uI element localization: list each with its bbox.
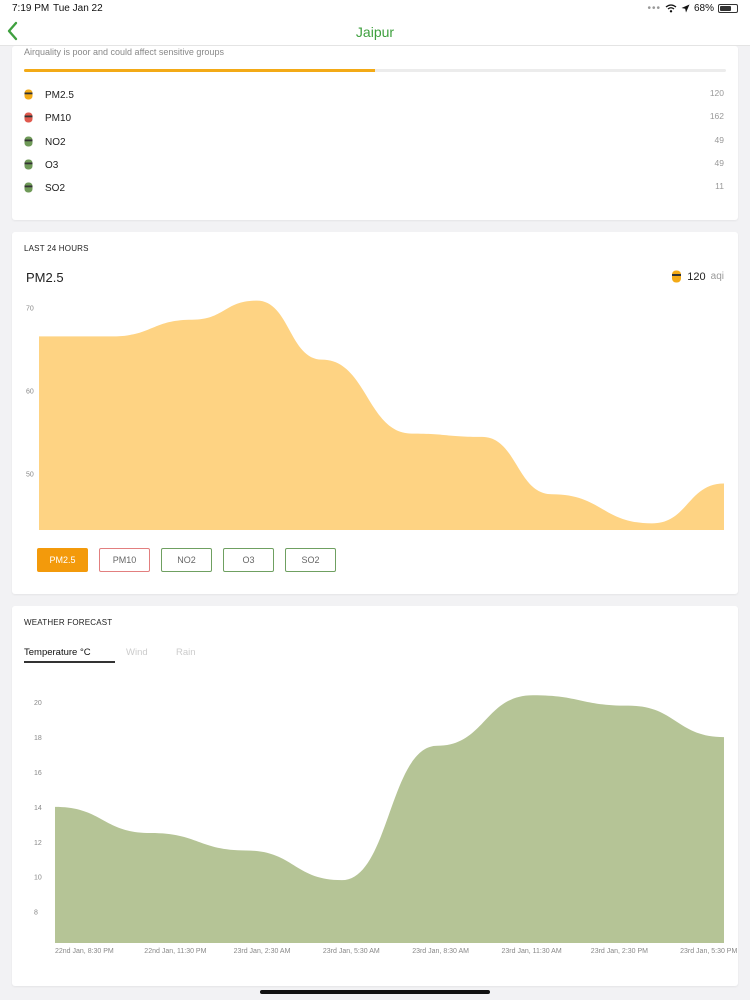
battery-percent: 68% <box>693 3 714 14</box>
pollutant-name: PM2.5 <box>45 90 74 101</box>
multitasking-dots-icon: ••• <box>647 3 661 14</box>
temperature-x-tick-label: 23rd Jan, 5:30 AM <box>323 948 380 955</box>
temperature-x-tick-label: 23rd Jan, 8:30 AM <box>412 948 469 955</box>
temperature-y-tick-label: 16 <box>34 770 42 777</box>
weather-forecast-card: WEATHER FORECAST Temperature °C Wind Rain … <box>12 606 738 986</box>
pm25-y-tick-label: 60 <box>26 388 34 395</box>
pollutant-value: 120 <box>709 88 724 98</box>
temperature-y-tick-label: 12 <box>34 840 42 847</box>
pollutant-button-o3[interactable]: O3 <box>223 548 274 572</box>
last-24-hours-card: LAST 24 HOURS PM2.5 120 aqi 70 60 50 PM2.5… <box>12 232 738 594</box>
pm25-y-tick-label: 70 <box>26 305 34 312</box>
pollutant-value: 162 <box>709 111 724 122</box>
temperature-x-tick-label: 22nd Jan, 8:30 PM <box>55 948 114 955</box>
aqi-progress-fill <box>24 69 375 72</box>
pollutant-name: O3 <box>45 159 59 171</box>
navigation-bar: Jaipur <box>0 18 750 46</box>
pollutant-toggle-buttons: PM2.5 PM10 NO2 O3 SO2 <box>37 548 336 572</box>
aqi-face-icon <box>24 112 33 123</box>
aqi-description: Airquality is poor and could affect sens… <box>24 47 224 57</box>
pollutant-button-pm10[interactable]: PM10 <box>99 548 150 572</box>
pm25-area-series <box>39 300 724 530</box>
aqi-face-icon <box>24 136 33 147</box>
aqi-face-icon <box>24 159 33 170</box>
pollutant-row: PM2.5 120 <box>24 88 726 104</box>
temperature-y-tick-label: 8 <box>34 910 38 917</box>
temperature-x-tick-label: 22nd Jan, 11:30 PM <box>144 948 206 955</box>
pollutant-row: SO2 11 <box>24 181 726 197</box>
status-bar: 7:19 PM Tue Jan 22 ••• 68% <box>0 0 750 18</box>
temperature-y-tick-label: 10 <box>34 875 42 882</box>
temperature-y-tick-label: 18 <box>34 735 42 742</box>
pollutant-name: PM10 <box>45 113 72 125</box>
pollutant-name: SO2 <box>45 183 66 195</box>
pollutant-name: NO2 <box>45 136 66 148</box>
pollutant-value: 11 <box>715 181 724 192</box>
aqi-face-icon <box>24 89 33 100</box>
status-date: Tue Jan 22 <box>53 3 103 14</box>
temperature-y-tick-label: 20 <box>34 700 42 707</box>
pollutant-row: NO2 49 <box>24 135 726 151</box>
aqi-summary-card: Airquality is poor and could affect sens… <box>12 46 738 220</box>
temperature-area-chart: 20 18 16 14 12 10 8 22nd Jan, 8:30 PM 22nd Jan, … <box>34 695 737 955</box>
pm25-area-chart: 70 60 50 <box>26 300 724 530</box>
temperature-x-tick-label: 23rd Jan, 5:30 PM <box>680 948 737 955</box>
pm25-y-tick-label: 50 <box>26 471 34 478</box>
location-icon <box>681 4 690 13</box>
page-title: Jaipur <box>355 24 395 40</box>
pollutant-button-pm25[interactable]: PM2.5 <box>37 548 88 572</box>
aqi-face-icon <box>24 182 33 193</box>
temperature-x-tick-label: 23rd Jan, 11:30 AM <box>502 948 562 955</box>
pollutant-value: 49 <box>714 157 724 168</box>
temperature-x-tick-label: 23rd Jan, 2:30 AM <box>234 948 291 955</box>
pollutant-value: 49 <box>714 134 724 145</box>
pollutant-button-no2[interactable]: NO2 <box>161 548 212 572</box>
pollutant-row: O3 49 <box>24 158 726 174</box>
temperature-x-tick-label: 23rd Jan, 2:30 PM <box>591 948 648 955</box>
temperature-y-tick-label: 14 <box>34 805 42 812</box>
status-time: 7:19 PM <box>12 3 50 14</box>
battery-icon <box>718 4 738 13</box>
pollutant-row: PM10 162 <box>24 111 726 127</box>
aqi-progress-bar <box>24 69 726 72</box>
pollutant-button-so2[interactable]: SO2 <box>285 548 336 572</box>
temperature-area-series <box>55 695 724 943</box>
wifi-icon <box>665 4 677 13</box>
home-indicator <box>260 990 490 994</box>
status-right: ••• 68% <box>647 3 738 14</box>
